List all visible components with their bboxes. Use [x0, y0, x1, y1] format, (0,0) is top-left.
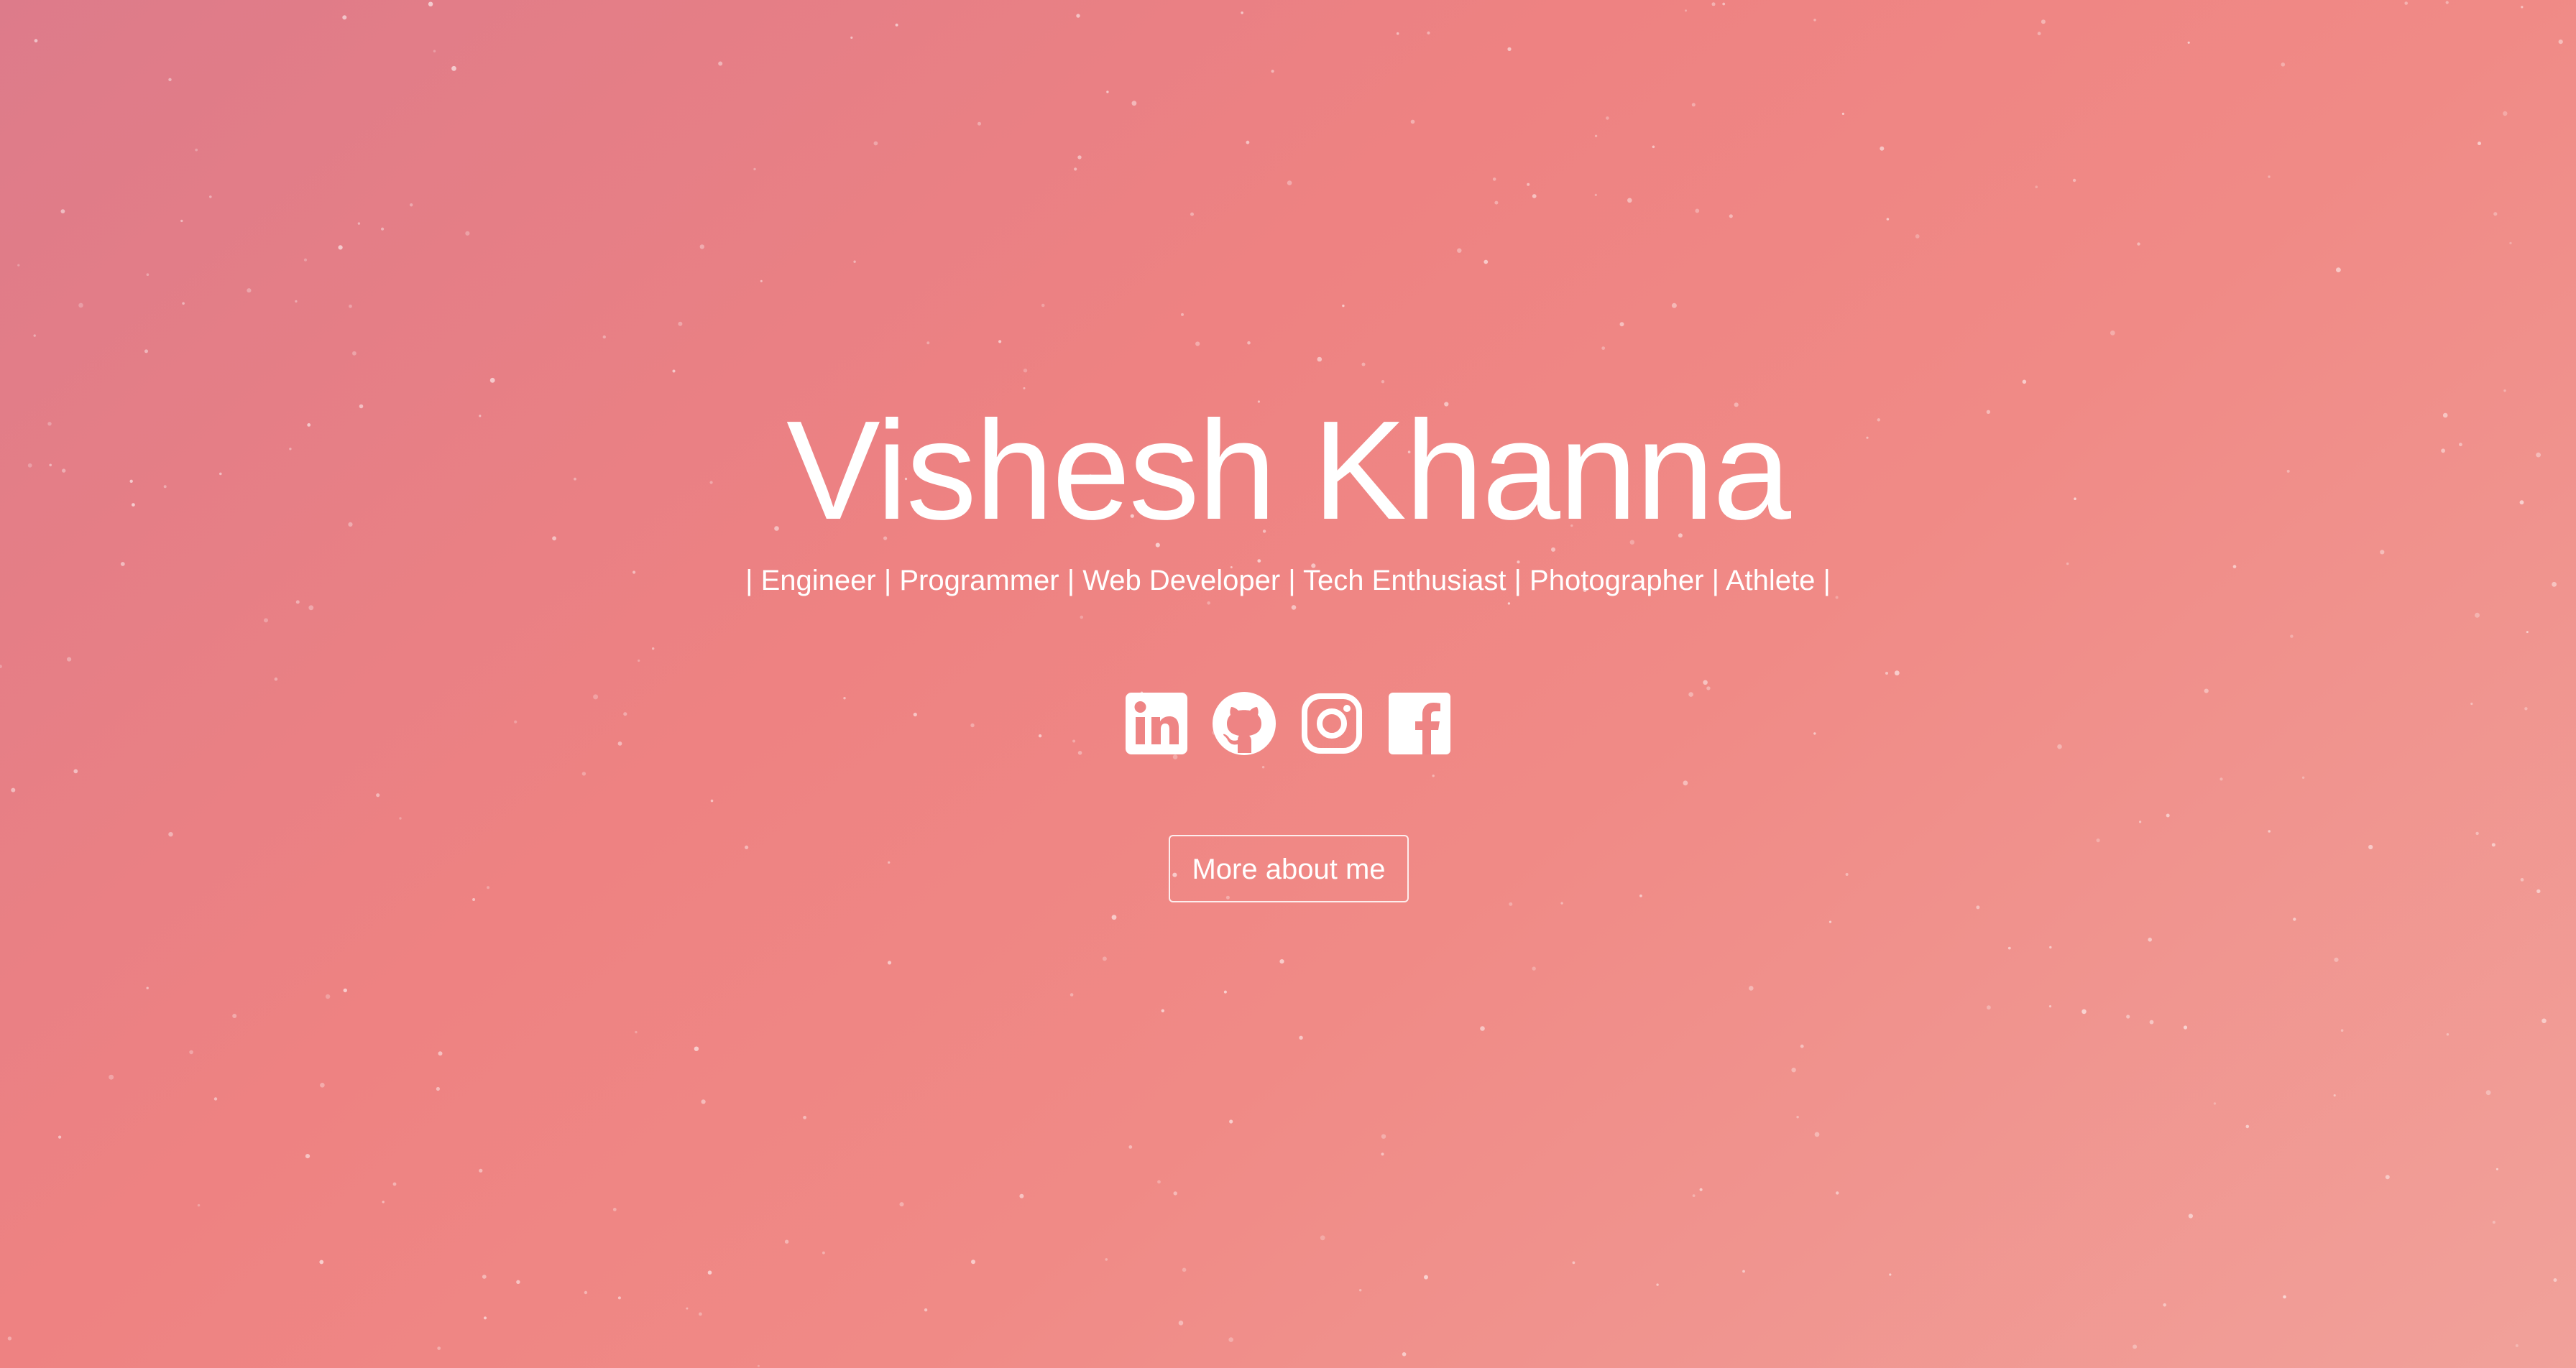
facebook-link[interactable]	[1387, 691, 1452, 756]
facebook-icon	[1389, 693, 1450, 754]
more-about-me-button[interactable]: More about me	[1169, 835, 1409, 902]
page-title: Vishesh Khanna	[786, 392, 1791, 549]
github-link[interactable]	[1212, 691, 1276, 756]
instagram-link[interactable]	[1300, 691, 1364, 756]
github-icon	[1213, 692, 1276, 755]
social-links	[0, 691, 2576, 756]
hero-content: Vishesh Khanna | Engineer | Programmer |…	[0, 0, 2576, 1368]
hero-section: Vishesh Khanna | Engineer | Programmer |…	[0, 0, 2576, 1368]
instagram-icon	[1302, 693, 1362, 754]
linkedin-icon	[1126, 693, 1187, 754]
linkedin-link[interactable]	[1124, 691, 1189, 756]
tagline: | Engineer | Programmer | Web Developer …	[745, 565, 1831, 596]
